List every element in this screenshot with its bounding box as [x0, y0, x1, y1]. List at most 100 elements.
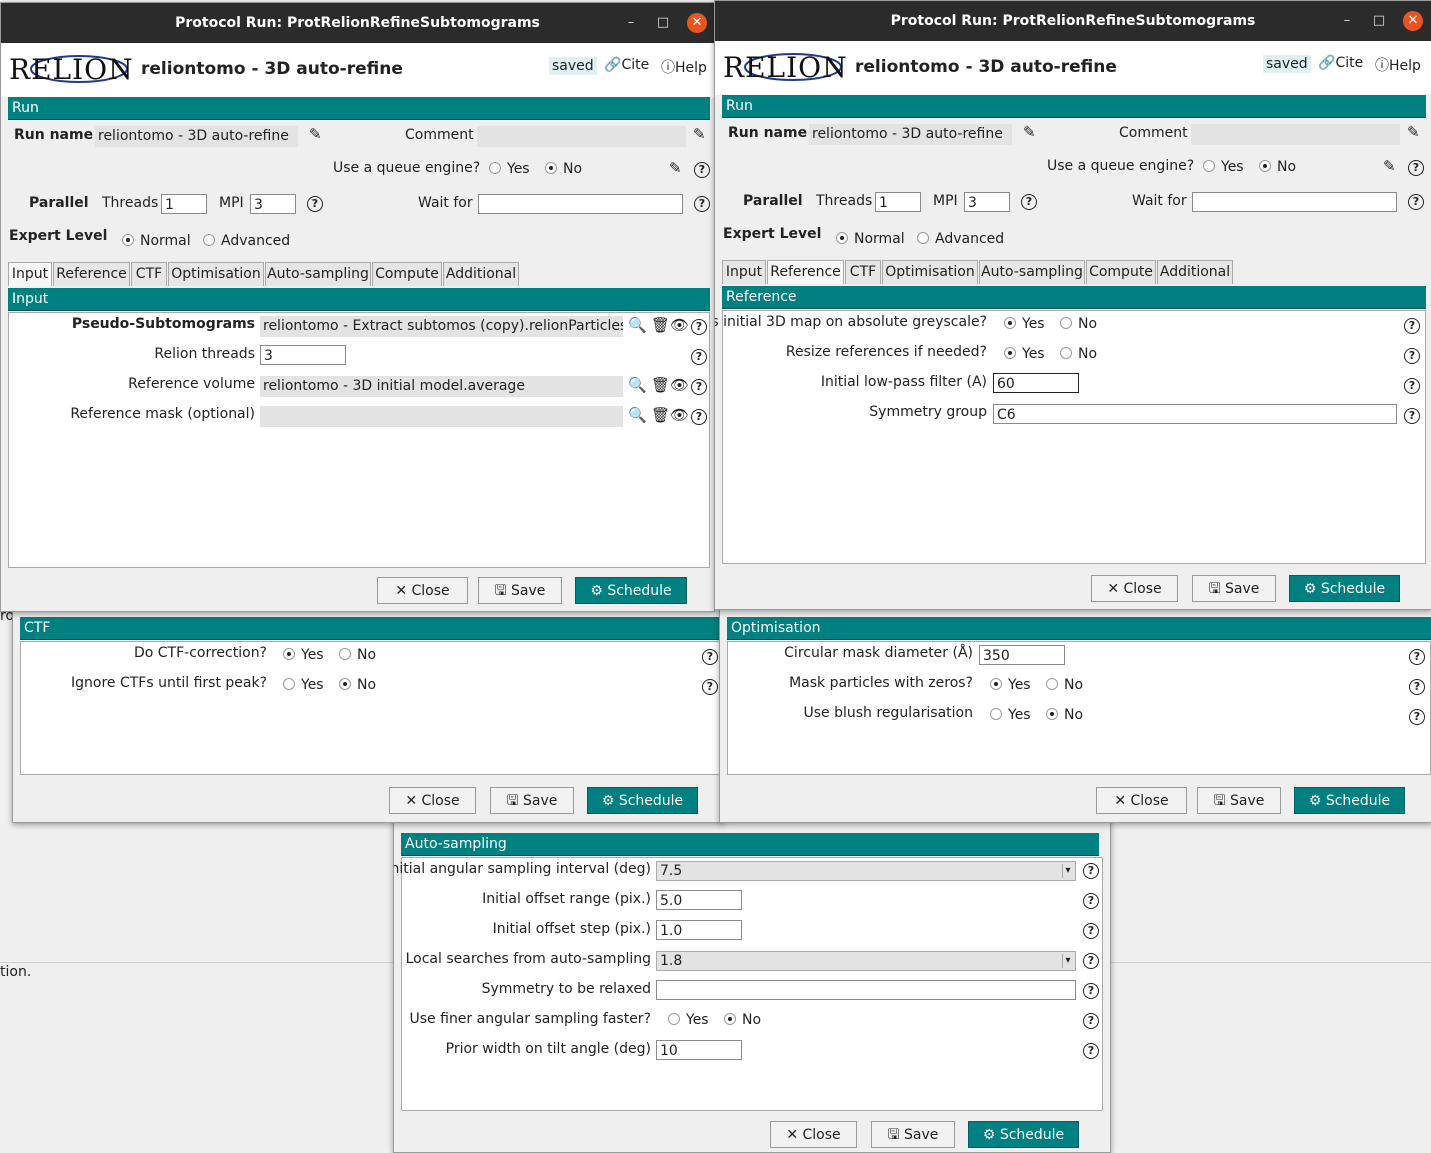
- eye-icon[interactable]: 👁: [670, 316, 689, 334]
- close-button[interactable]: ✕ Close: [377, 577, 468, 604]
- pseudo-subtomograms-field[interactable]: reliontomo - Extract subtomos (copy).rel…: [260, 316, 623, 337]
- queue-yes-radio[interactable]: Yes: [1203, 159, 1244, 175]
- run-name-field[interactable]: reliontomo - 3D auto-refine: [809, 124, 1012, 145]
- prior-width-input[interactable]: 10: [656, 1040, 742, 1060]
- mpi-input[interactable]: 3: [250, 194, 296, 214]
- help-icon[interactable]: ?: [1083, 1013, 1099, 1029]
- local-searches-select[interactable]: 1.8 ▾: [656, 951, 1076, 971]
- comment-field[interactable]: [477, 126, 686, 147]
- help-icon[interactable]: ?: [1408, 194, 1424, 210]
- threads-input[interactable]: 1: [875, 192, 921, 212]
- tab-auto-sampling[interactable]: Auto-sampling: [979, 260, 1085, 284]
- angular-sampling-select[interactable]: 7.5 ▾: [656, 861, 1076, 881]
- close-button[interactable]: ✕ Close: [1096, 787, 1187, 814]
- save-button[interactable]: 🖫 Save: [478, 577, 562, 604]
- pencil-icon[interactable]: ✎: [1407, 123, 1420, 141]
- blush-no-radio[interactable]: No: [1046, 707, 1083, 723]
- ignore-ctf-no-radio[interactable]: No: [339, 677, 376, 693]
- eye-icon[interactable]: 👁: [670, 406, 689, 424]
- threads-input[interactable]: 1: [161, 194, 207, 214]
- help-icon[interactable]: ?: [694, 196, 710, 212]
- tab-optimisation[interactable]: Optimisation: [882, 260, 978, 284]
- resize-yes-radio[interactable]: Yes: [1004, 346, 1045, 362]
- help-icon[interactable]: ?: [691, 379, 707, 395]
- wait-for-input[interactable]: [1192, 192, 1397, 212]
- help-icon[interactable]: ?: [1404, 408, 1420, 424]
- reference-volume-field[interactable]: reliontomo - 3D initial model.average: [260, 376, 623, 397]
- save-button[interactable]: 🖫 Save: [871, 1121, 955, 1148]
- expert-normal-radio[interactable]: Normal: [122, 233, 191, 249]
- help-icon[interactable]: ?: [1409, 649, 1425, 665]
- help-icon[interactable]: ?: [1021, 194, 1037, 210]
- ctf-correction-no-radio[interactable]: No: [339, 647, 376, 663]
- cite-link[interactable]: 🔗Cite: [1318, 55, 1363, 71]
- comment-field[interactable]: [1191, 124, 1400, 145]
- help-icon[interactable]: ?: [1083, 893, 1099, 909]
- greyscale-yes-radio[interactable]: Yes: [1004, 316, 1045, 332]
- maximize-icon[interactable]: □: [1369, 11, 1389, 31]
- queue-yes-radio[interactable]: Yes: [489, 161, 530, 177]
- trash-icon[interactable]: 🗑: [651, 376, 670, 394]
- tab-ctf[interactable]: CTF: [131, 262, 167, 286]
- symmetry-relaxed-input[interactable]: [656, 980, 1076, 1000]
- close-window-icon[interactable]: ✕: [1403, 11, 1423, 31]
- mask-zeros-no-radio[interactable]: No: [1046, 677, 1083, 693]
- tab-reference[interactable]: Reference: [53, 262, 130, 286]
- cite-link[interactable]: 🔗Cite: [604, 57, 649, 73]
- lowpass-filter-input[interactable]: 60: [993, 373, 1079, 393]
- help-icon[interactable]: ?: [1404, 318, 1420, 334]
- help-icon[interactable]: ?: [1083, 923, 1099, 939]
- offset-step-input[interactable]: 1.0: [656, 920, 742, 940]
- tab-additional[interactable]: Additional: [443, 262, 519, 286]
- search-icon[interactable]: 🔍: [628, 316, 647, 334]
- resize-no-radio[interactable]: No: [1060, 346, 1097, 362]
- pencil-icon[interactable]: ✎: [1023, 123, 1036, 141]
- mask-diameter-input[interactable]: 350: [979, 645, 1065, 665]
- tab-auto-sampling[interactable]: Auto-sampling: [265, 262, 371, 286]
- save-button[interactable]: 🖫 Save: [1197, 787, 1281, 814]
- tab-reference[interactable]: Reference: [767, 260, 844, 284]
- pencil-icon[interactable]: ✎: [1383, 157, 1396, 175]
- schedule-button[interactable]: ⚙ Schedule: [1294, 787, 1405, 814]
- finer-sampling-yes-radio[interactable]: Yes: [668, 1012, 709, 1028]
- ignore-ctf-yes-radio[interactable]: Yes: [283, 677, 324, 693]
- save-button[interactable]: 🖫 Save: [1192, 575, 1276, 602]
- tab-optimisation[interactable]: Optimisation: [168, 262, 264, 286]
- schedule-button[interactable]: ⚙ Schedule: [575, 577, 687, 604]
- ctf-correction-yes-radio[interactable]: Yes: [283, 647, 324, 663]
- save-button[interactable]: 🖫 Save: [490, 787, 574, 814]
- tab-compute[interactable]: Compute: [372, 262, 442, 286]
- tab-input[interactable]: Input: [8, 262, 52, 286]
- schedule-button[interactable]: ⚙ Schedule: [587, 787, 698, 814]
- help-icon[interactable]: ?: [691, 409, 707, 425]
- help-icon[interactable]: ?: [1409, 709, 1425, 725]
- relion-threads-input[interactable]: 3: [260, 345, 346, 365]
- help-link[interactable]: ⓘHelp: [1375, 55, 1421, 75]
- help-link[interactable]: ⓘHelp: [661, 57, 707, 77]
- mpi-input[interactable]: 3: [964, 192, 1010, 212]
- help-icon[interactable]: ?: [1409, 679, 1425, 695]
- eye-icon[interactable]: 👁: [670, 376, 689, 394]
- help-icon[interactable]: ?: [702, 679, 718, 695]
- reference-mask-field[interactable]: [260, 406, 623, 427]
- minimize-icon[interactable]: –: [621, 13, 641, 33]
- queue-no-radio[interactable]: No: [1259, 159, 1296, 175]
- blush-yes-radio[interactable]: Yes: [990, 707, 1031, 723]
- trash-icon[interactable]: 🗑: [651, 316, 670, 334]
- close-button[interactable]: ✕ Close: [1091, 575, 1178, 602]
- tab-input[interactable]: Input: [722, 260, 766, 284]
- help-icon[interactable]: ?: [702, 649, 718, 665]
- help-icon[interactable]: ?: [1404, 378, 1420, 394]
- run-name-field[interactable]: reliontomo - 3D auto-refine: [95, 126, 298, 147]
- trash-icon[interactable]: 🗑: [651, 406, 670, 424]
- help-icon[interactable]: ?: [1408, 160, 1424, 176]
- tab-additional[interactable]: Additional: [1157, 260, 1233, 284]
- greyscale-no-radio[interactable]: No: [1060, 316, 1097, 332]
- finer-sampling-no-radio[interactable]: No: [724, 1012, 761, 1028]
- pencil-icon[interactable]: ✎: [693, 125, 706, 143]
- expert-advanced-radio[interactable]: Advanced: [917, 231, 1004, 247]
- help-icon[interactable]: ?: [694, 162, 710, 178]
- schedule-button[interactable]: ⚙ Schedule: [1289, 575, 1400, 602]
- offset-range-input[interactable]: 5.0: [656, 890, 742, 910]
- queue-no-radio[interactable]: No: [545, 161, 582, 177]
